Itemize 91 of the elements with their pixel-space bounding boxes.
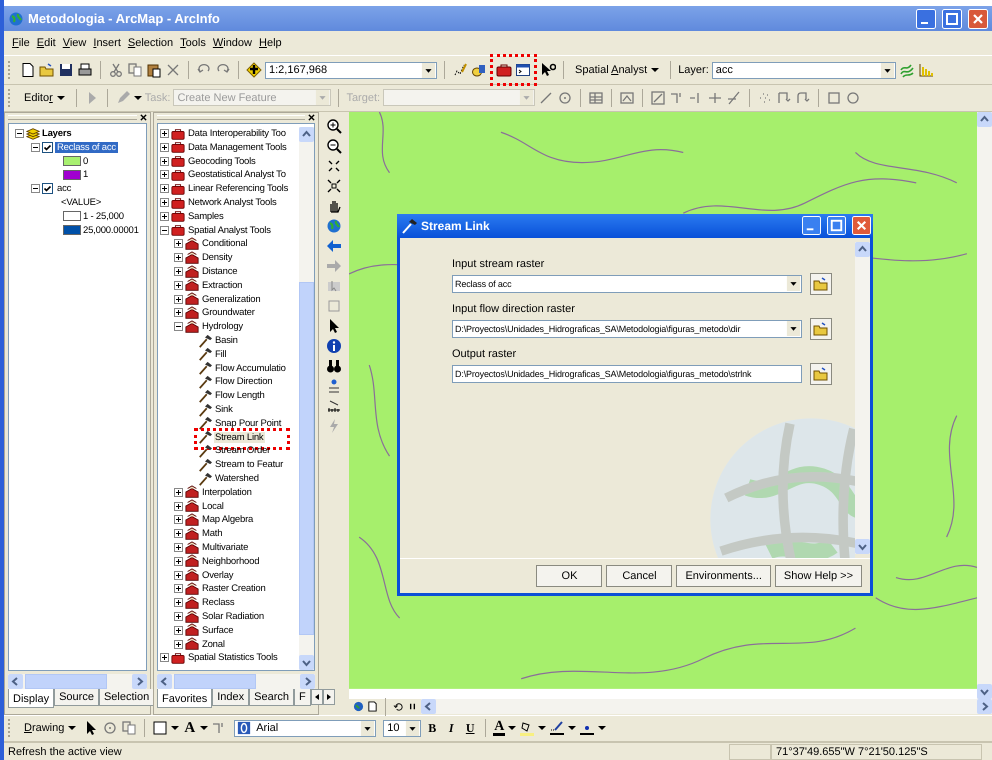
tree-item[interactable]: Network Analyst Tools bbox=[187, 197, 278, 208]
target-label: Target: bbox=[346, 92, 380, 104]
layer-label: Layer: bbox=[678, 64, 709, 76]
tree-item[interactable]: Fill bbox=[214, 348, 228, 360]
tree-item[interactable]: Conditional bbox=[201, 238, 248, 250]
underline-button[interactable]: U bbox=[462, 720, 478, 736]
map-scale-field[interactable]: 1:2,167,968 bbox=[265, 62, 437, 79]
bold-button[interactable]: B bbox=[424, 720, 440, 736]
drawing-menu[interactable]: Drawing bbox=[20, 721, 80, 736]
window-title: Metodologia - ArcMap - ArcInfo bbox=[28, 11, 220, 26]
menu-item[interactable]: Tools bbox=[180, 37, 206, 50]
tree-item[interactable]: Generalization bbox=[201, 294, 262, 305]
menu-item[interactable]: Edit bbox=[36, 37, 56, 50]
tree-item[interactable]: Data Interoperability Too bbox=[187, 128, 287, 140]
tree-item[interactable]: Zonal bbox=[201, 638, 226, 650]
field-label: Input flow direction raster bbox=[452, 302, 576, 315]
layer-name[interactable]: Reclass of acc bbox=[55, 142, 118, 153]
legend-label: 0 bbox=[83, 156, 88, 167]
layer-dropdown[interactable]: acc bbox=[712, 62, 896, 79]
tree-item[interactable]: Flow Length bbox=[214, 390, 266, 402]
tree-item[interactable]: Flow Direction bbox=[214, 376, 274, 388]
menu-item[interactable]: Selection bbox=[128, 37, 174, 50]
new-text-button[interactable]: A bbox=[182, 720, 198, 737]
panel-tab[interactable]: Search bbox=[249, 688, 294, 706]
tree-item[interactable]: Raster Creation bbox=[201, 583, 267, 594]
output-raster-field[interactable]: D:\Proyectos\Unidades_Hidrograficas_SA\Metodologia\figuras_metodo\strlnk bbox=[452, 364, 802, 383]
tree-item[interactable]: Spatial Statistics Tools bbox=[187, 652, 279, 664]
tree-item[interactable]: Spatial Analyst Tools bbox=[187, 224, 272, 236]
panel-tab[interactable]: Favorites bbox=[157, 688, 212, 708]
font-color-button[interactable]: A bbox=[493, 720, 506, 736]
dialog-title: Stream Link bbox=[421, 218, 490, 233]
tree-item[interactable]: Stream to Featur bbox=[214, 459, 284, 470]
italic-button[interactable]: I bbox=[443, 720, 460, 736]
menu-item[interactable]: Window bbox=[212, 37, 252, 50]
tree-item[interactable]: Map Algebra bbox=[201, 514, 254, 526]
raster-dropdown[interactable]: D:\Proyectos\Unidades_Hidrograficas_SA\Metodologia\figuras_metodo\dir bbox=[452, 320, 802, 338]
tree-item[interactable]: Geocoding Tools bbox=[187, 156, 257, 167]
menu-item[interactable]: View bbox=[62, 37, 86, 50]
spatial-analyst-menu[interactable]: Spatial Analyst bbox=[571, 63, 664, 78]
tree-item[interactable]: Stream Order bbox=[214, 445, 272, 456]
tree-item[interactable]: Overlay bbox=[201, 570, 234, 581]
menu-item[interactable]: Insert bbox=[93, 37, 121, 50]
tree-item[interactable]: Neighborhood bbox=[201, 556, 260, 567]
tree-item[interactable]: Reclass bbox=[201, 597, 236, 608]
field-label: Input stream raster bbox=[452, 258, 546, 270]
layers-title: Layers bbox=[42, 128, 72, 140]
tree-item[interactable]: Stream Link bbox=[214, 432, 264, 443]
legend-label: 1 - 25,000 bbox=[83, 210, 124, 222]
menu-item[interactable]: Help bbox=[259, 37, 282, 50]
tree-item[interactable]: Groundwater bbox=[201, 307, 256, 318]
legend-heading: <VALUE> bbox=[60, 196, 102, 210]
tree-item[interactable]: Data Management Tools bbox=[187, 142, 288, 153]
field-label: Output raster bbox=[452, 348, 518, 360]
tree-item[interactable]: Flow Accumulatio bbox=[214, 362, 287, 374]
tree-item[interactable]: Linear Referencing Tools bbox=[187, 183, 290, 194]
tree-item[interactable]: Watershed bbox=[214, 473, 260, 484]
tree-item[interactable]: Distance bbox=[201, 266, 238, 278]
coordinates-readout: 71°37'49.655"W 7°21'50.125"S bbox=[771, 744, 982, 760]
dialog-button[interactable]: Show Help >> bbox=[774, 564, 862, 587]
tree-item[interactable]: Solar Radiation bbox=[201, 610, 265, 622]
tree-item[interactable]: Extraction bbox=[201, 280, 244, 291]
legend-label: 25,000.00001 bbox=[83, 224, 139, 236]
dialog-button[interactable]: Environments... bbox=[676, 564, 771, 587]
dialog-button[interactable]: Cancel bbox=[606, 564, 672, 587]
status-message: Refresh the active view bbox=[7, 746, 123, 758]
tree-item[interactable]: Snap Pour Point bbox=[214, 418, 282, 429]
legend-label: 1 bbox=[83, 169, 88, 180]
layer-name[interactable]: acc bbox=[55, 183, 74, 194]
panel-tab[interactable]: Index bbox=[212, 688, 250, 706]
font-size-dropdown[interactable]: 10 bbox=[383, 720, 422, 737]
menu-item[interactable]: File bbox=[12, 37, 30, 50]
tree-item[interactable]: Local bbox=[201, 500, 225, 512]
panel-tab[interactable]: Display bbox=[8, 688, 54, 708]
tree-item[interactable]: Samples bbox=[187, 210, 225, 222]
tree-item[interactable]: Density bbox=[201, 252, 234, 264]
dialog-button[interactable]: OK bbox=[536, 564, 602, 587]
panel-tab[interactable]: Selection bbox=[98, 688, 154, 706]
tree-item[interactable]: Hydrology bbox=[201, 321, 244, 332]
task-label: Task: bbox=[144, 92, 170, 104]
editor-menu[interactable]: Editor bbox=[20, 90, 69, 105]
tree-item[interactable]: Surface bbox=[201, 624, 234, 636]
font-dropdown[interactable]: Arial bbox=[234, 720, 376, 737]
panel-tab[interactable]: F bbox=[294, 688, 311, 706]
tree-item[interactable]: Geostatistical Analyst To bbox=[187, 169, 287, 180]
tree-item[interactable]: Interpolation bbox=[201, 486, 253, 498]
tree-item[interactable]: Basin bbox=[214, 335, 239, 346]
panel-tab[interactable]: Source bbox=[54, 688, 99, 706]
tree-item[interactable]: Math bbox=[201, 528, 224, 540]
tree-item[interactable]: Sink bbox=[214, 404, 234, 416]
raster-dropdown[interactable]: Reclass of acc bbox=[452, 274, 802, 293]
tree-item[interactable]: Multivariate bbox=[201, 542, 250, 553]
